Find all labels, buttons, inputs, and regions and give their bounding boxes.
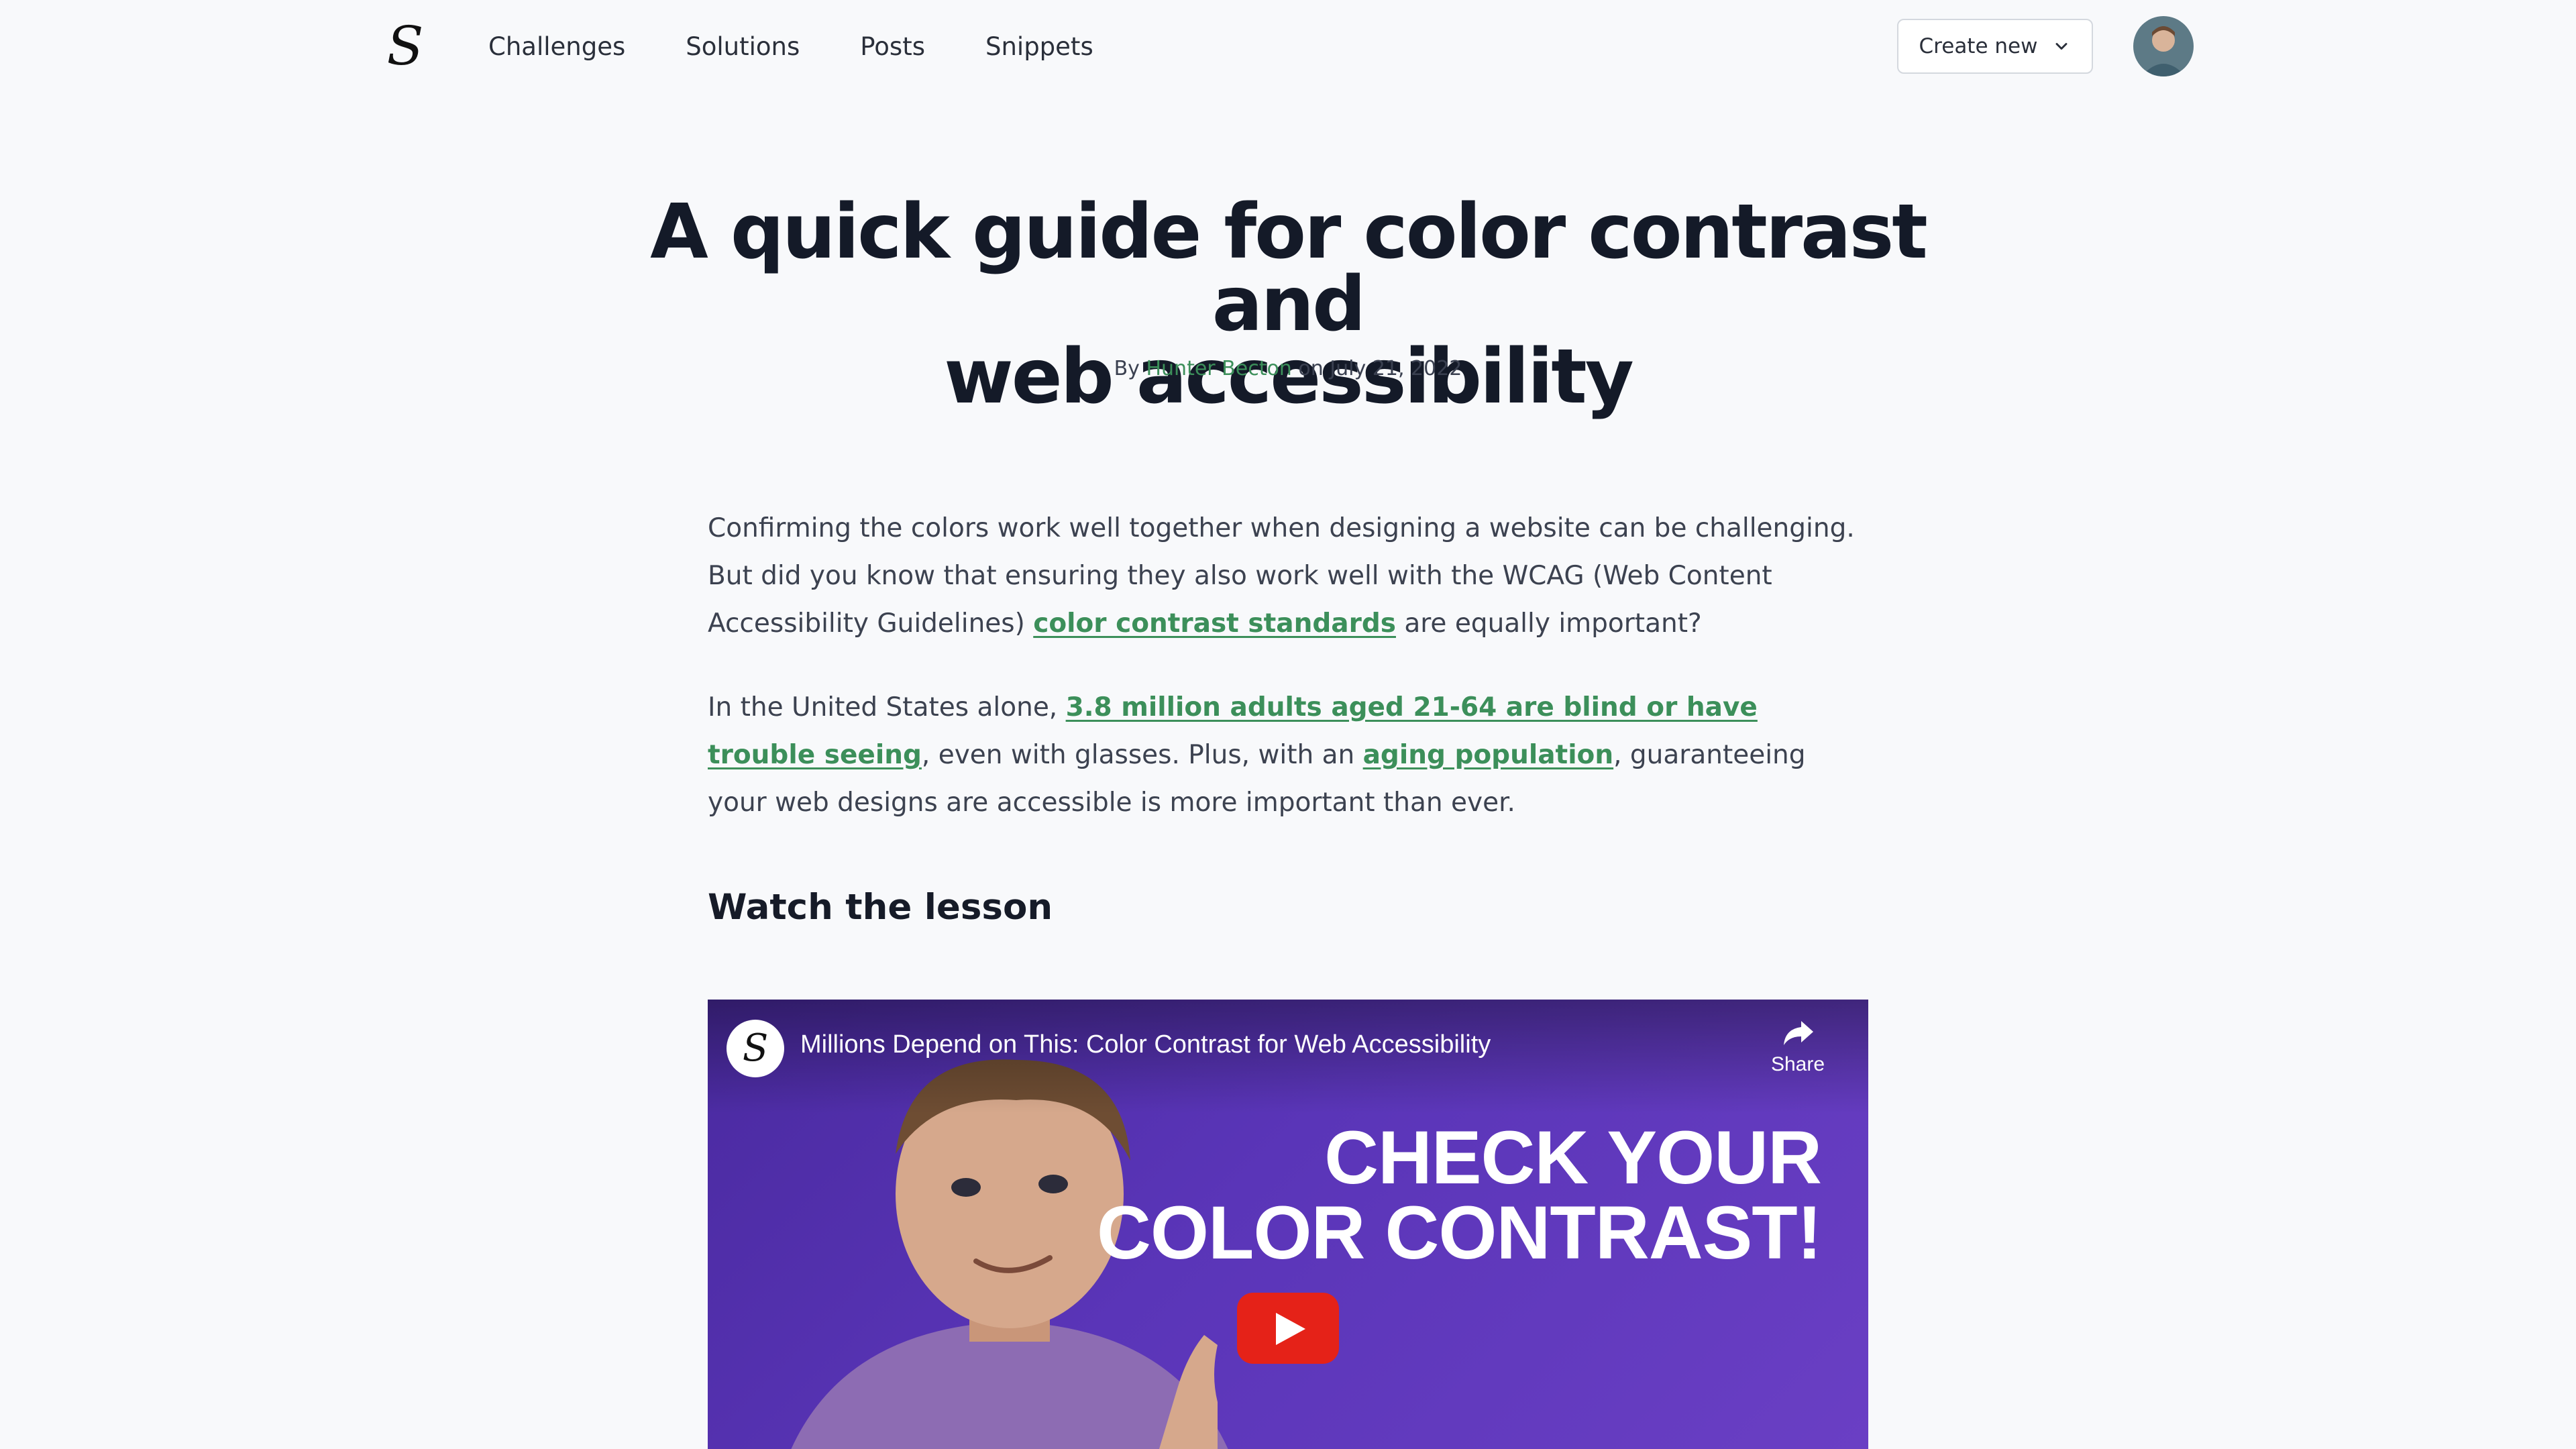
nav-links: Challenges Solutions Posts Snippets xyxy=(488,27,1154,67)
p2-text-before: In the United States alone, xyxy=(708,692,1066,722)
author-link[interactable]: Hunter Becton xyxy=(1146,357,1291,380)
share-label: Share xyxy=(1770,1053,1825,1075)
thumbnail-line-2: COLOR CONTRAST! xyxy=(1096,1191,1822,1275)
nav-link-snippets[interactable]: Snippets xyxy=(985,27,1093,67)
create-new-label: Create new xyxy=(1919,34,2038,58)
share-icon xyxy=(1784,1021,1813,1045)
thumbnail-line-1: CHECK YOUR xyxy=(1324,1116,1822,1199)
share-button[interactable]: Share xyxy=(1754,1018,1841,1076)
site-logo[interactable]: S xyxy=(381,16,429,76)
nav-link-challenges[interactable]: Challenges xyxy=(488,27,625,67)
byline: By Hunter Becton on July 21, 2022 xyxy=(604,357,1972,380)
p1-text-after: are equally important? xyxy=(1395,608,1702,639)
avatar-icon xyxy=(2133,16,2194,76)
top-nav: S Challenges Solutions Posts Snippets Cr… xyxy=(0,0,2576,94)
paragraph-2: In the United States alone, 3.8 million … xyxy=(708,684,1868,826)
thumbnail-headline: CHECK YOUR COLOR CONTRAST! xyxy=(1096,1116,1822,1275)
page: S Challenges Solutions Posts Snippets Cr… xyxy=(0,0,2576,1449)
post-date: July 21, 2022 xyxy=(1330,357,1462,380)
aging-population-link[interactable]: aging population xyxy=(1363,740,1614,770)
page-title: A quick guide for color contrast and web… xyxy=(604,195,1972,415)
p2-text-mid: , even with glasses. Plus, with an xyxy=(921,740,1363,770)
video-title[interactable]: Millions Depend on This: Color Contrast … xyxy=(800,1030,1491,1059)
article-body: Confirming the colors work well together… xyxy=(708,504,1868,863)
video-embed[interactable]: S Millions Depend on This: Color Contras… xyxy=(708,1000,1868,1449)
byline-on: on xyxy=(1298,357,1324,380)
play-icon[interactable] xyxy=(1237,1293,1339,1364)
create-new-button[interactable]: Create new xyxy=(1897,19,2093,74)
channel-logo[interactable]: S xyxy=(727,1020,784,1077)
user-avatar[interactable] xyxy=(2133,16,2194,76)
paragraph-1: Confirming the colors work well together… xyxy=(708,504,1868,647)
title-line-1: A quick guide for color contrast and xyxy=(650,189,1928,348)
nav-link-solutions[interactable]: Solutions xyxy=(686,27,800,67)
section-heading: Watch the lesson xyxy=(708,887,1053,928)
byline-by: By xyxy=(1114,357,1140,380)
color-contrast-standards-link[interactable]: color contrast standards xyxy=(1033,608,1396,639)
nav-link-posts[interactable]: Posts xyxy=(860,27,925,67)
chevron-down-icon xyxy=(2056,43,2068,50)
